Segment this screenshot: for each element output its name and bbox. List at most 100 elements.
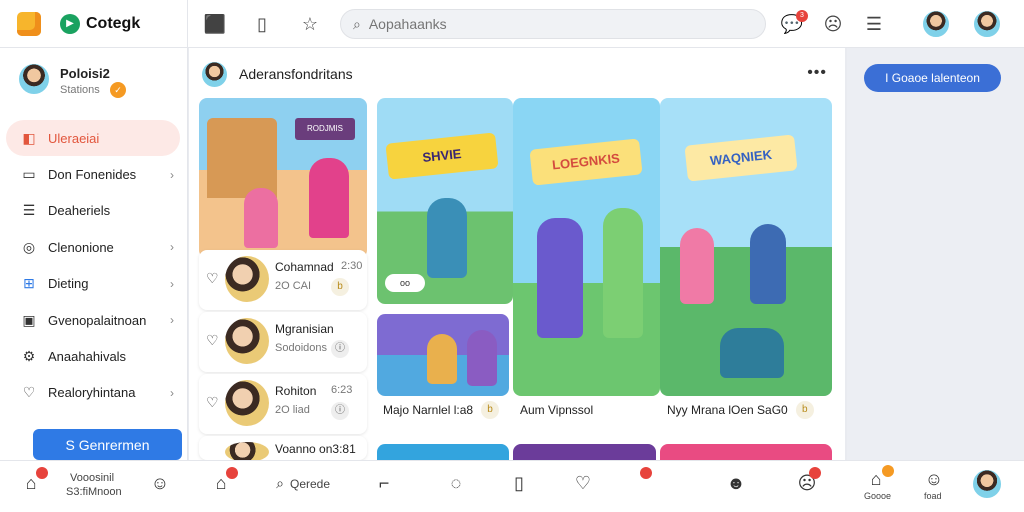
chevron-right-icon: › xyxy=(170,276,174,291)
sidebar-item-label: Clenonione xyxy=(48,239,114,255)
item-subtitle: 2O liad xyxy=(275,404,310,416)
card-caption: Nyy Mrana lOen SaG0 b xyxy=(667,398,814,422)
book-icon[interactable]: ▯ xyxy=(507,473,531,494)
search-bar[interactable]: ⌕ xyxy=(340,9,766,39)
sidebar-item-list[interactable]: ☰ Deaheriels xyxy=(6,193,180,229)
sidebar-item-label: Don Fonenides xyxy=(48,167,137,183)
hero-image[interactable]: RODJMIS xyxy=(199,98,367,258)
notification-badge xyxy=(809,467,821,479)
search-icon[interactable]: ⌕ xyxy=(268,475,292,492)
sidebar-item-settings[interactable]: ⚙ Anaahahivals xyxy=(6,338,180,374)
profile-avatar[interactable] xyxy=(972,9,1002,39)
card-caption: Aum Vipnssol xyxy=(520,398,593,422)
brand-name[interactable]: Cotegk xyxy=(86,15,140,33)
list-item[interactable]: Voanno on3:81 xyxy=(199,436,367,462)
sidebar-item-label: Gvenopalaitnoan xyxy=(48,312,147,328)
sidebar-item-help[interactable]: ♡ Realoryhintana › xyxy=(6,375,180,411)
generate-button[interactable]: S Genrermen xyxy=(33,429,182,460)
item-duration: 6:23 xyxy=(331,384,353,396)
user-avatar[interactable] xyxy=(17,62,51,96)
sidebar-item-bookmark[interactable]: ▣ Gvenopalaitnoan › xyxy=(6,302,180,338)
heart-icon[interactable]: ♡ xyxy=(206,332,219,349)
home-icon: ◧ xyxy=(22,129,36,146)
bookmark-icon[interactable]: ▯ xyxy=(250,12,274,36)
caption-badge: b xyxy=(481,401,500,419)
card-title: SHVIE xyxy=(385,132,499,180)
gift-icon: ⊞ xyxy=(23,275,35,292)
child-illustration xyxy=(427,198,467,278)
sidebar-item-folders[interactable]: ▭ Don Fonenides › xyxy=(6,156,180,192)
house-illustration xyxy=(207,118,277,198)
caption-badge: b xyxy=(795,401,814,419)
chevron-right-icon: › xyxy=(170,313,174,328)
hero-sign: RODJMIS xyxy=(295,118,355,140)
heart-icon[interactable]: ♡ xyxy=(206,394,219,411)
family-illustration xyxy=(680,228,714,304)
item-duration: 2:30 xyxy=(341,260,363,272)
chat-icon[interactable]: ◌ xyxy=(444,473,468,494)
thumbnail xyxy=(225,318,269,364)
video-card[interactable] xyxy=(660,444,832,460)
more-options-icon[interactable]: ••• xyxy=(807,64,827,82)
logo-icon[interactable] xyxy=(17,12,41,36)
video-card[interactable] xyxy=(377,444,509,460)
notification-badge: 3 xyxy=(796,10,808,22)
sidebar-divider xyxy=(187,0,188,512)
caption-text: Aum Vipnssol xyxy=(520,403,594,417)
profile-avatar[interactable] xyxy=(971,468,1003,500)
chevron-right-icon: › xyxy=(170,385,174,400)
list-item[interactable]: ♡ Mgranisian Sodoidons ⓘ xyxy=(199,312,367,372)
item-title: Rohiton xyxy=(275,384,317,398)
child-illustration xyxy=(603,208,643,338)
sidebar-item-label: Uleraeiai xyxy=(48,130,100,146)
avatar[interactable] xyxy=(921,9,951,39)
emoji-icon[interactable]: ☹ xyxy=(821,12,845,36)
help-icon: ♡ xyxy=(22,384,36,401)
family-illustration xyxy=(720,328,784,378)
item-badge: ⓘ xyxy=(331,402,349,420)
list-item[interactable]: ♡ Cohamnad 2:30 2O CAI b xyxy=(199,250,367,310)
menu-icon[interactable]: ☰ xyxy=(862,12,886,36)
video-card[interactable]: WAQNIEK xyxy=(660,98,832,396)
sidebar-item-gift[interactable]: ⊞ Dieting › xyxy=(6,266,180,302)
child-illustration xyxy=(427,334,457,384)
star-icon[interactable]: ☆ xyxy=(298,12,322,36)
sidebar-item-globe[interactable]: ◎ Clenonione › xyxy=(6,229,180,265)
video-card[interactable]: SHVIE oo xyxy=(377,98,513,304)
video-list: ♡ Cohamnad 2:30 2O CAI b ♡ Mgranisian So… xyxy=(199,250,367,462)
video-card[interactable] xyxy=(377,314,509,396)
brand-play-icon: ▶ xyxy=(60,14,80,34)
search-icon: ⌕ xyxy=(353,15,361,32)
bottom-label: foad xyxy=(924,491,942,501)
item-badge: b xyxy=(331,278,349,296)
video-card[interactable]: LOEGNKIS xyxy=(513,98,660,396)
sidebar-item-label: Dieting xyxy=(48,276,89,292)
item-title: Cohamnad xyxy=(275,260,334,274)
main-content: Aderansfondritans ••• RODJMIS ♡ Cohamnad… xyxy=(189,48,845,462)
card-title: LOEGNKIS xyxy=(529,138,643,186)
sidebar-item-home[interactable]: ◧ Uleraeiai xyxy=(6,120,180,157)
home-icon[interactable]: ⬛ xyxy=(203,12,227,36)
search-input[interactable] xyxy=(368,16,749,32)
user-icon[interactable]: ☻ xyxy=(724,473,748,494)
bookmark-icon: ▣ xyxy=(22,311,36,328)
item-subtitle: 2O CAI xyxy=(275,280,312,292)
author-avatar[interactable] xyxy=(200,60,229,89)
thumbnail xyxy=(225,442,269,462)
emoji-icon[interactable]: ☺ xyxy=(922,469,946,490)
play-pill[interactable]: oo xyxy=(385,274,425,292)
create-button[interactable]: I Goaoe lalenteon xyxy=(864,64,1001,92)
card-title: WAQNIEK xyxy=(684,134,798,182)
video-card[interactable] xyxy=(513,444,656,460)
heart-icon[interactable]: ♡ xyxy=(571,473,595,494)
family-illustration xyxy=(750,224,786,304)
folder-icon: ▭ xyxy=(22,166,36,183)
heart-icon[interactable]: ♡ xyxy=(206,270,219,287)
brush-icon[interactable]: ⌐ xyxy=(372,473,396,494)
bottom-search-label: Qerede xyxy=(290,477,331,491)
sidebar-item-label: Realoryhintana xyxy=(48,385,136,401)
caption-text: Nyy Mrana lOen SaG0 xyxy=(667,403,788,417)
profile-icon[interactable]: ☺ xyxy=(148,473,172,494)
sidebar-item-label: Deaheriels xyxy=(48,203,111,219)
list-item[interactable]: ♡ Rohiton 6:23 2O liad ⓘ xyxy=(199,374,367,434)
